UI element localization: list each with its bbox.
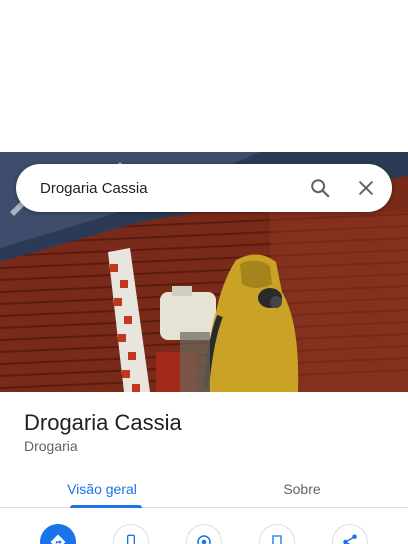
place-category[interactable]: Drogaria: [24, 438, 78, 454]
save-icon: [272, 535, 282, 544]
search-icon: [311, 179, 330, 198]
directions-button[interactable]: [40, 524, 76, 544]
action-buttons: [0, 524, 408, 544]
directions-icon: [50, 534, 66, 544]
search-input[interactable]: Drogaria Cassia: [16, 180, 300, 197]
share-button[interactable]: [332, 524, 368, 544]
phone-icon: [127, 534, 135, 544]
place-info-panel: Drogaria Cassia Drogaria Visão geral Sob…: [0, 392, 408, 544]
nearby-icon: [197, 535, 211, 544]
tab-about[interactable]: Sobre: [204, 470, 400, 508]
search-bar[interactable]: Drogaria Cassia: [16, 164, 392, 212]
search-button[interactable]: [300, 168, 340, 208]
call-button[interactable]: [113, 524, 149, 544]
save-button[interactable]: [259, 524, 295, 544]
close-icon: [359, 181, 373, 195]
place-tabs: Visão geral Sobre: [0, 470, 408, 508]
active-tab-indicator: [70, 505, 142, 508]
nearby-button[interactable]: [186, 524, 222, 544]
clear-search-button[interactable]: [346, 168, 386, 208]
place-title: Drogaria Cassia: [24, 410, 182, 435]
share-icon: [343, 534, 357, 544]
map-area-blank: [0, 0, 408, 152]
tab-overview[interactable]: Visão geral: [0, 470, 204, 508]
